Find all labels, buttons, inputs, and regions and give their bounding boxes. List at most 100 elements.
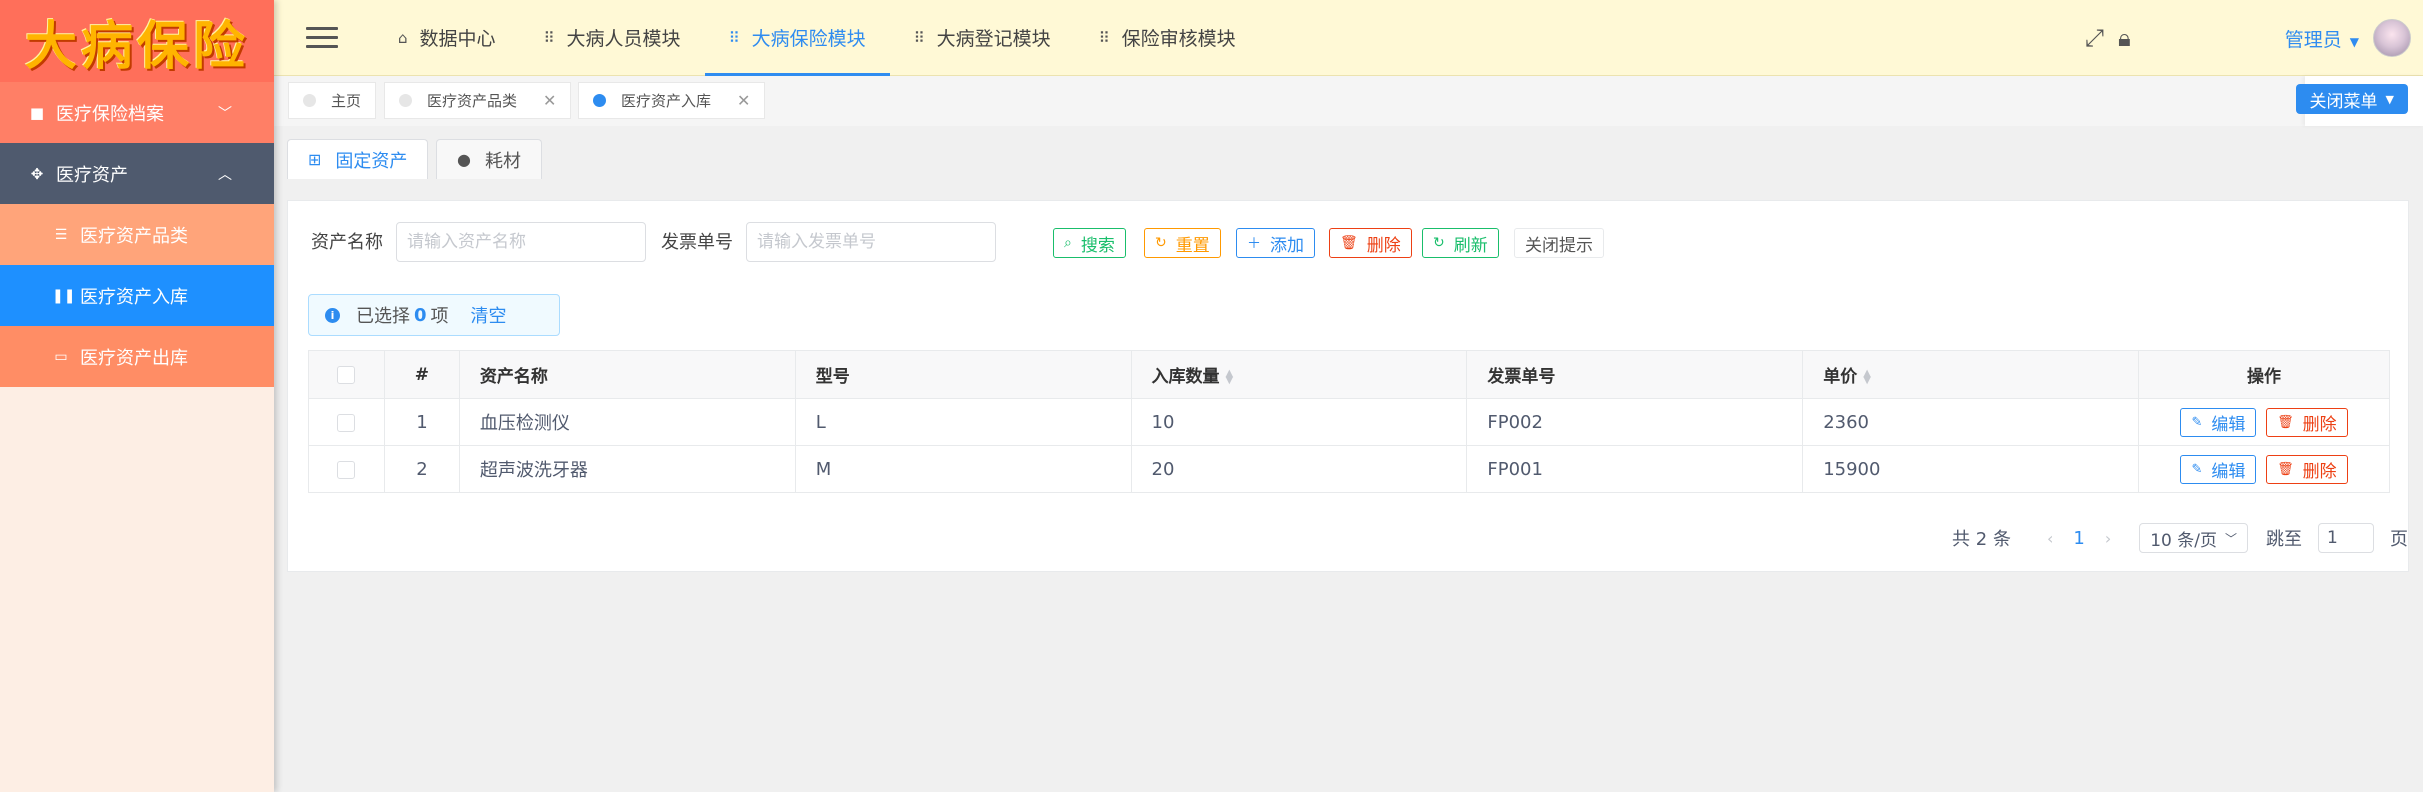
- refresh-icon: ↻: [1433, 235, 1445, 251]
- cell-price: 15900: [1802, 445, 2140, 493]
- nav-data-center[interactable]: ⌂ 数据中心: [374, 0, 520, 76]
- selection-count: 0: [414, 304, 427, 326]
- col-header-actions: 操作: [2138, 350, 2390, 399]
- cell-model: L: [794, 398, 1132, 446]
- col-header-price[interactable]: 单价 ▲ ▼: [1802, 350, 2140, 399]
- clear-selection-link[interactable]: 清空: [471, 302, 507, 328]
- sidebar: 大病保险 ■ 医疗保险档案 ﹀ ✥ 医疗资产 ︿ ☰ 医疗资产品类 ❚❚ 医疗资…: [0, 0, 274, 792]
- nav-registration-module[interactable]: ⠿ 大病登记模块: [890, 0, 1075, 76]
- col-header-quantity[interactable]: 入库数量 ▲ ▼: [1130, 350, 1468, 399]
- nav-label: 大病保险模块: [751, 28, 866, 50]
- avatar[interactable]: [2373, 19, 2411, 57]
- cell-index: 2: [383, 445, 460, 493]
- row-delete-button[interactable]: 🗑︎ 删除: [2266, 407, 2348, 437]
- sidebar-item-medical-assets[interactable]: ✥ 医疗资产 ︿: [0, 143, 274, 204]
- header-right: ⤢ 🔒︎ 管理员 ▼: [2085, 0, 2423, 76]
- trash-icon: 🗑︎: [1340, 235, 1358, 251]
- nav-label: 大病人员模块: [566, 28, 681, 50]
- button-label: 关闭提示: [1525, 235, 1593, 256]
- button-label: 删除: [1366, 235, 1401, 256]
- close-tip-button[interactable]: 关闭提示: [1514, 228, 1604, 258]
- cell-actions: ✎ 编辑 🗑︎ 删除: [2138, 445, 2390, 493]
- header-label: 入库数量: [1151, 367, 1220, 387]
- tab-asset-category[interactable]: 医疗资产品类 ✕: [384, 82, 572, 119]
- chevron-left-icon[interactable]: ‹: [2047, 529, 2053, 548]
- tab-asset-inbound[interactable]: 医疗资产入库 ✕: [578, 82, 766, 119]
- lock-icon[interactable]: 🔒︎: [2118, 24, 2131, 52]
- grid-icon: ⠿: [543, 28, 555, 47]
- invoice-input[interactable]: [746, 222, 996, 262]
- pause-icon: ❚❚: [52, 287, 76, 304]
- selection-prefix: 已选择: [356, 306, 410, 327]
- add-button[interactable]: ＋ 添加: [1236, 228, 1315, 258]
- page-size-select[interactable]: 10 条/页 ﹀: [2139, 523, 2248, 553]
- tab-fixed-assets[interactable]: ⊞ 固定资产: [287, 139, 429, 179]
- user-menu[interactable]: 管理员 ▼: [2285, 25, 2359, 52]
- close-icon[interactable]: ✕: [737, 91, 750, 110]
- home-icon: ⌂: [398, 28, 408, 47]
- chevron-down-icon: ﹀: [2224, 531, 2237, 546]
- tab-consumables[interactable]: ● 耗材: [436, 139, 542, 179]
- tab-label: 医疗资产入库: [621, 92, 712, 110]
- cell-actions: ✎ 编辑 🗑︎ 删除: [2138, 398, 2390, 446]
- sidebar-item-label: 医疗资产品类: [80, 225, 188, 247]
- page-size-value: 10 条/页: [2150, 530, 2217, 551]
- cell-price: 2360: [1802, 398, 2140, 446]
- sort-icon[interactable]: ▲ ▼: [1226, 369, 1234, 386]
- cell-invoice: FP001: [1466, 445, 1804, 493]
- close-menu-area: 关闭菜单 ▼: [2295, 76, 2423, 126]
- selection-alert: i 已选择 0 项 清空: [308, 294, 560, 336]
- nav-label: 大病登记模块: [936, 28, 1051, 50]
- select-all-checkbox[interactable]: [337, 365, 356, 384]
- caret-down-icon: ▼: [2385, 92, 2394, 106]
- close-menu-button[interactable]: 关闭菜单 ▼: [2295, 84, 2408, 114]
- reset-button[interactable]: ↻ 重置: [1144, 228, 1221, 258]
- button-label: 添加: [1270, 235, 1304, 256]
- row-select-cell: [308, 445, 385, 493]
- invoice-label: 发票单号: [661, 232, 733, 253]
- sidebar-item-asset-outbound[interactable]: ▭ 医疗资产出库: [0, 326, 274, 387]
- tab-home[interactable]: 主页: [288, 82, 377, 119]
- col-header-asset-name: 资产名称: [458, 350, 796, 399]
- asset-name-input[interactable]: [396, 222, 646, 262]
- row-delete-button[interactable]: 🗑︎ 删除: [2266, 454, 2348, 484]
- chevron-down-icon: ﹀: [218, 105, 232, 122]
- page-tabs-bar: 主页 医疗资产品类 ✕ 医疗资产入库 ✕ 关闭菜单 ▼: [274, 76, 2423, 126]
- page-unit: 页: [2390, 529, 2408, 550]
- sub-tab-label: 耗材: [484, 150, 521, 172]
- sidebar-item-asset-category[interactable]: ☰ 医疗资产品类: [0, 204, 274, 265]
- sidebar-item-insurance-archive[interactable]: ■ 医疗保险档案 ﹀: [0, 82, 274, 143]
- nav-patient-module[interactable]: ⠿ 大病人员模块: [520, 0, 705, 76]
- fullscreen-icon[interactable]: ⤢: [2085, 24, 2104, 52]
- sidebar-item-label: 医疗资产: [56, 164, 128, 186]
- nav-audit-module[interactable]: ⠿ 保险审核模块: [1075, 0, 1260, 76]
- chevron-right-icon[interactable]: ›: [2105, 529, 2111, 548]
- nav-insurance-module[interactable]: ⠿ 大病保险模块: [704, 0, 890, 76]
- edit-button[interactable]: ✎ 编辑: [2180, 454, 2257, 484]
- sort-icon[interactable]: ▲ ▼: [1863, 369, 1871, 386]
- sidebar-item-asset-inbound[interactable]: ❚❚ 医疗资产入库: [0, 265, 274, 326]
- info-icon: i: [325, 307, 340, 323]
- cell-invoice: FP002: [1466, 398, 1804, 446]
- trash-icon: 🗑︎: [2277, 461, 2294, 477]
- edit-icon: ✎: [2191, 461, 2203, 477]
- cell-asset-name: 血压检测仪: [458, 398, 796, 446]
- pagination-total: 共 2 条: [1952, 529, 2011, 550]
- hamburger-icon[interactable]: [306, 21, 338, 54]
- row-checkbox[interactable]: [337, 413, 356, 432]
- tab-dot-icon: [399, 94, 412, 107]
- pagination: 共 2 条 ‹ 1 › 10 条/页 ﹀ 跳至 页: [1952, 521, 2408, 555]
- col-header-invoice: 发票单号: [1466, 350, 1804, 399]
- row-checkbox[interactable]: [337, 460, 356, 479]
- jump-label: 跳至: [2266, 529, 2302, 550]
- select-all-cell: [308, 350, 385, 399]
- close-menu-label: 关闭菜单: [2309, 91, 2378, 112]
- search-button[interactable]: ⌕ 搜索: [1053, 228, 1126, 258]
- tab-dot-icon: [593, 94, 606, 107]
- edit-button[interactable]: ✎ 编辑: [2180, 407, 2257, 437]
- refresh-button[interactable]: ↻ 刷新: [1422, 228, 1499, 258]
- page-number[interactable]: 1: [2073, 528, 2084, 549]
- jump-page-input[interactable]: [2318, 523, 2374, 553]
- delete-button[interactable]: 🗑︎ 删除: [1329, 228, 1412, 258]
- close-icon[interactable]: ✕: [543, 91, 556, 110]
